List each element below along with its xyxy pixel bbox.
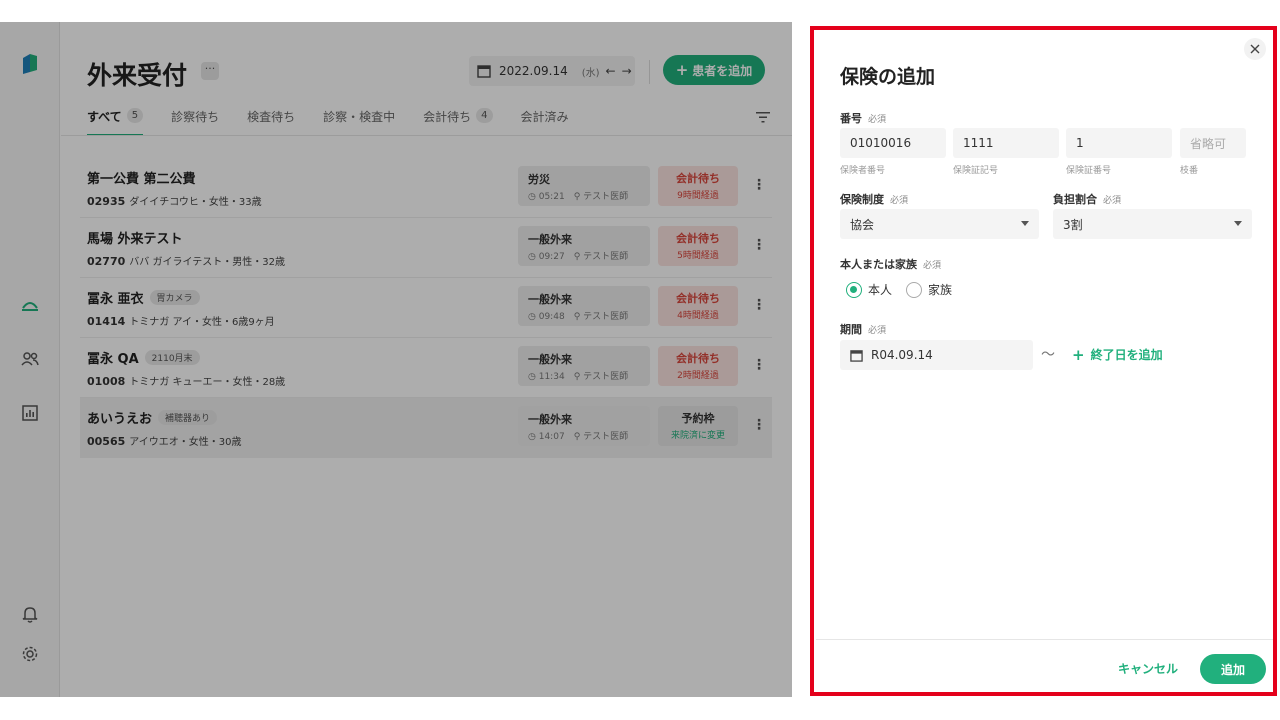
range-tilde: 〜	[1041, 347, 1055, 363]
card-symbol-caption: 保険証記号	[953, 166, 999, 176]
burden-ratio-label: 負担割合 必須	[1053, 193, 1122, 206]
radio-family[interactable]: 家族	[906, 281, 952, 298]
radio-selected-icon	[846, 281, 862, 298]
insurance-system-select[interactable]: 協会	[840, 209, 1039, 239]
drawer-title: 保険の追加	[840, 66, 936, 88]
calendar-icon	[850, 349, 863, 362]
radio-self[interactable]: 本人	[846, 281, 892, 298]
required-marker: 必須	[868, 115, 887, 125]
required-marker: 必須	[868, 326, 887, 336]
required-marker: 必須	[1103, 196, 1122, 206]
insurer-number-caption: 保険者番号	[840, 166, 886, 176]
card-symbol-input[interactable]: 1111	[953, 128, 1059, 158]
chevron-down-icon	[1234, 221, 1242, 226]
close-button[interactable]	[1244, 38, 1266, 60]
radio-unselected-icon	[906, 281, 922, 298]
add-end-date-link[interactable]: + 終了日を追加	[1072, 346, 1163, 363]
relation-label: 本人または家族 必須	[840, 258, 942, 271]
card-number-input[interactable]: 1	[1066, 128, 1172, 158]
branch-caption: 枝番	[1180, 166, 1199, 176]
footer-divider	[816, 639, 1274, 640]
plus-icon: +	[1072, 345, 1085, 364]
cancel-button[interactable]: キャンセル	[1118, 660, 1178, 677]
burden-ratio-select[interactable]: 3割	[1053, 209, 1252, 239]
branch-number-input[interactable]: 省略可	[1180, 128, 1246, 158]
chevron-down-icon	[1021, 221, 1029, 226]
required-marker: 必須	[923, 261, 942, 271]
close-icon	[1250, 44, 1260, 54]
required-marker: 必須	[890, 196, 909, 206]
period-start-input[interactable]: R04.09.14	[840, 340, 1033, 370]
period-label: 期間 必須	[840, 323, 887, 336]
modal-backdrop[interactable]	[0, 22, 792, 697]
number-label: 番号 必須	[840, 112, 887, 125]
insurance-system-label: 保険制度 必須	[840, 193, 909, 206]
insurer-number-input[interactable]: 01010016	[840, 128, 946, 158]
card-number-caption: 保険証番号	[1066, 166, 1112, 176]
add-button[interactable]: 追加	[1200, 654, 1266, 684]
